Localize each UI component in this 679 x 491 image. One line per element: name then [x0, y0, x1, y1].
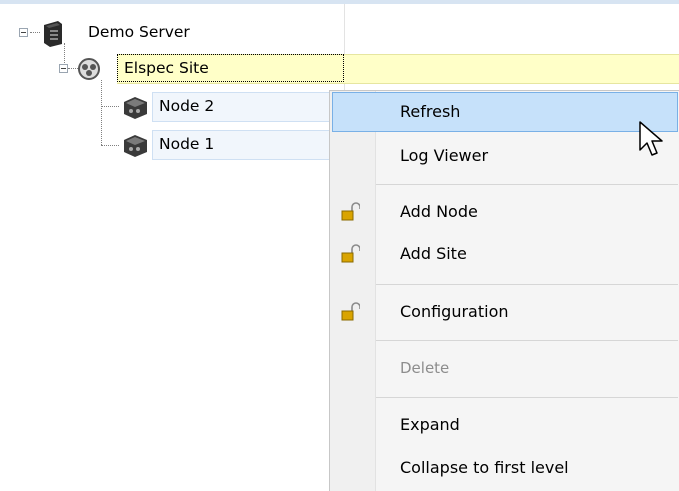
menu-item-label: Log Viewer: [400, 146, 489, 165]
menu-item-label: Collapse to first level: [400, 458, 569, 477]
server-icon: [44, 21, 62, 47]
menu-item-add-site[interactable]: Add Site: [332, 234, 678, 274]
menu-item-refresh[interactable]: Refresh: [332, 92, 678, 132]
node-icon: [124, 135, 147, 157]
mouse-cursor-icon: [639, 121, 663, 156]
lock-icon: [341, 202, 360, 221]
menu-item-label: Expand: [400, 415, 460, 434]
tree-item-label: Node 2: [159, 97, 215, 115]
menu-item-expand[interactable]: Expand: [332, 405, 678, 445]
menu-separator: [376, 340, 678, 341]
site-icon: [78, 58, 100, 80]
lock-icon: [341, 302, 360, 321]
tree-item-label: Elspec Site: [124, 59, 209, 77]
menu-item-delete[interactable]: Delete: [332, 348, 678, 388]
menu-item-label: Delete: [400, 359, 450, 377]
menu-item-label: Add Node: [400, 202, 478, 221]
menu-item-add-node[interactable]: Add Node: [332, 192, 678, 232]
context-menu: Refresh Log Viewer Add Node Add Site Con…: [329, 90, 679, 491]
menu-separator: [376, 397, 678, 398]
menu-item-label: Add Site: [400, 244, 467, 263]
collapse-toggle[interactable]: [19, 28, 28, 37]
collapse-toggle[interactable]: [59, 64, 68, 73]
menu-item-label: Refresh: [400, 102, 461, 121]
header-border: [0, 0, 679, 4]
menu-item-configuration[interactable]: Configuration: [332, 292, 678, 332]
tree-item-label: Node 1: [159, 135, 215, 153]
menu-separator: [376, 284, 678, 285]
menu-item-label: Configuration: [400, 302, 509, 321]
menu-item-collapse-to-first-level[interactable]: Collapse to first level: [332, 448, 678, 488]
lock-icon: [341, 244, 360, 263]
menu-separator: [376, 184, 678, 185]
menu-item-log-viewer[interactable]: Log Viewer: [332, 136, 678, 176]
tree-item-label: Demo Server: [88, 23, 190, 41]
node-icon: [124, 97, 147, 119]
tree-item-elspec-site[interactable]: Elspec Site: [0, 54, 679, 84]
tree-item-demo-server[interactable]: Demo Server: [0, 18, 679, 48]
